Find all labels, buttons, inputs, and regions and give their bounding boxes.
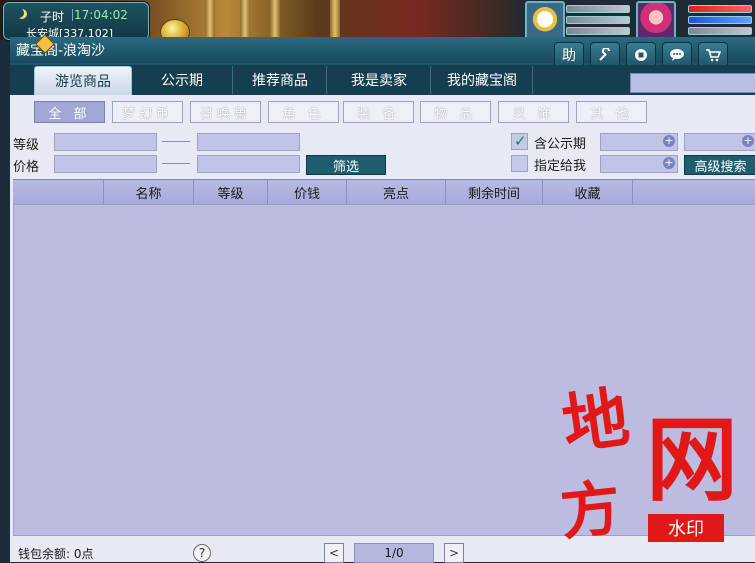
column-header-name[interactable]: 名称: [104, 180, 194, 204]
category-items[interactable]: 物 品: [420, 101, 491, 123]
include-public-checkbox[interactable]: ✓: [511, 132, 528, 150]
wrench-icon: [599, 48, 610, 61]
table-header: 名称 等级 价钱 亮点 剩余时间 收藏: [13, 179, 755, 205]
plus-icon: +: [742, 134, 754, 147]
backdrop-pillar: [270, 0, 280, 40]
column-header-extra: [633, 180, 755, 204]
cart-icon: [706, 49, 721, 62]
column-header-price[interactable]: 价钱: [268, 180, 347, 204]
category-character[interactable]: 角 色: [268, 101, 339, 123]
plus-icon: +: [663, 134, 675, 147]
category-all[interactable]: 全 部: [34, 101, 105, 123]
tab-browse-items[interactable]: 游览商品: [34, 66, 132, 95]
check-icon: ✓: [514, 132, 527, 150]
record-icon: [635, 49, 647, 61]
pet-hp-bar: [566, 5, 630, 13]
pet-mp-bar: [566, 16, 630, 24]
include-public-label: 含公示期: [534, 137, 587, 152]
column-header-icon[interactable]: [13, 180, 104, 204]
level-label: 等级: [13, 138, 40, 153]
category-accessories[interactable]: 灵 饰: [498, 101, 569, 123]
next-page-button[interactable]: >: [444, 543, 464, 563]
treasure-pavilion-window: 藏宝阁-浪淘沙 助 游览商品 公示期 推荐商品 我是卖家 我的藏宝阁 全 部 梦…: [10, 34, 755, 563]
public-option-input-2[interactable]: +: [684, 133, 755, 151]
advanced-search-button[interactable]: 高级搜索: [684, 155, 755, 175]
help-question-icon[interactable]: ?: [193, 544, 211, 562]
assigned-to-me-label: 指定给我: [534, 159, 587, 174]
category-other[interactable]: 其 他: [576, 101, 647, 123]
category-equipment[interactable]: 装 备: [343, 101, 414, 123]
player-mp-bar: [688, 16, 752, 24]
player-hp-bar: [688, 5, 752, 13]
hud-divider: [72, 9, 73, 21]
column-header-favorite[interactable]: 收藏: [543, 180, 633, 204]
column-header-highlights[interactable]: 亮点: [347, 180, 446, 204]
assigned-to-me-checkbox[interactable]: [511, 155, 528, 172]
public-option-input[interactable]: +: [600, 133, 678, 151]
assigned-option-input[interactable]: +: [600, 155, 678, 173]
level-min-input[interactable]: [54, 133, 157, 151]
quick-search-input[interactable]: [630, 73, 755, 93]
tab-recommended[interactable]: 推荐商品: [234, 66, 327, 94]
category-currency[interactable]: 梦幻币: [112, 101, 183, 123]
wallet-balance: 钱包余额: 0点: [18, 547, 94, 561]
backdrop-pillar: [330, 0, 340, 40]
player-sp-bar: [688, 27, 752, 35]
price-label: 价格: [13, 160, 40, 175]
watermark-char: 网: [646, 406, 739, 514]
price-min-input[interactable]: [54, 155, 157, 173]
column-header-time-left[interactable]: 剩余时间: [446, 180, 543, 204]
tab-my-pavilion[interactable]: 我的藏宝阁: [432, 66, 533, 94]
help-icon: 助: [562, 48, 576, 64]
column-header-level[interactable]: 等级: [194, 180, 268, 204]
player-portrait[interactable]: [636, 1, 676, 41]
range-dash: [162, 163, 190, 164]
backdrop-pillar: [240, 0, 250, 40]
range-dash: [162, 141, 190, 142]
category-summons[interactable]: 召唤兽: [190, 101, 261, 123]
window-title: 藏宝阁-浪淘沙: [16, 43, 106, 59]
tab-i-am-seller[interactable]: 我是卖家: [328, 66, 431, 94]
price-max-input[interactable]: [197, 155, 300, 173]
watermark-char: 方: [557, 473, 625, 549]
listing-table-body[interactable]: [13, 204, 755, 536]
pet-portrait[interactable]: [525, 1, 565, 41]
backdrop-pillar: [205, 0, 215, 40]
page-indicator: 1/0: [354, 543, 434, 563]
prev-page-button[interactable]: <: [324, 543, 344, 563]
filter-button[interactable]: 筛选: [306, 155, 386, 175]
moon-icon: [14, 8, 24, 18]
clock-location-hud: 子时 17:04:02 长安城[337,102]: [3, 2, 149, 40]
pet-exp-bar: [566, 27, 630, 35]
watermark-badge: 水印: [648, 514, 724, 542]
plus-icon: +: [663, 156, 675, 169]
watermark-char: 地: [557, 377, 634, 465]
game-time: 17:04:02: [74, 8, 128, 22]
tab-public-period[interactable]: 公示期: [132, 66, 233, 94]
game-hour: 子时: [40, 10, 65, 24]
chat-icon: [670, 49, 684, 61]
level-max-input[interactable]: [197, 133, 300, 151]
